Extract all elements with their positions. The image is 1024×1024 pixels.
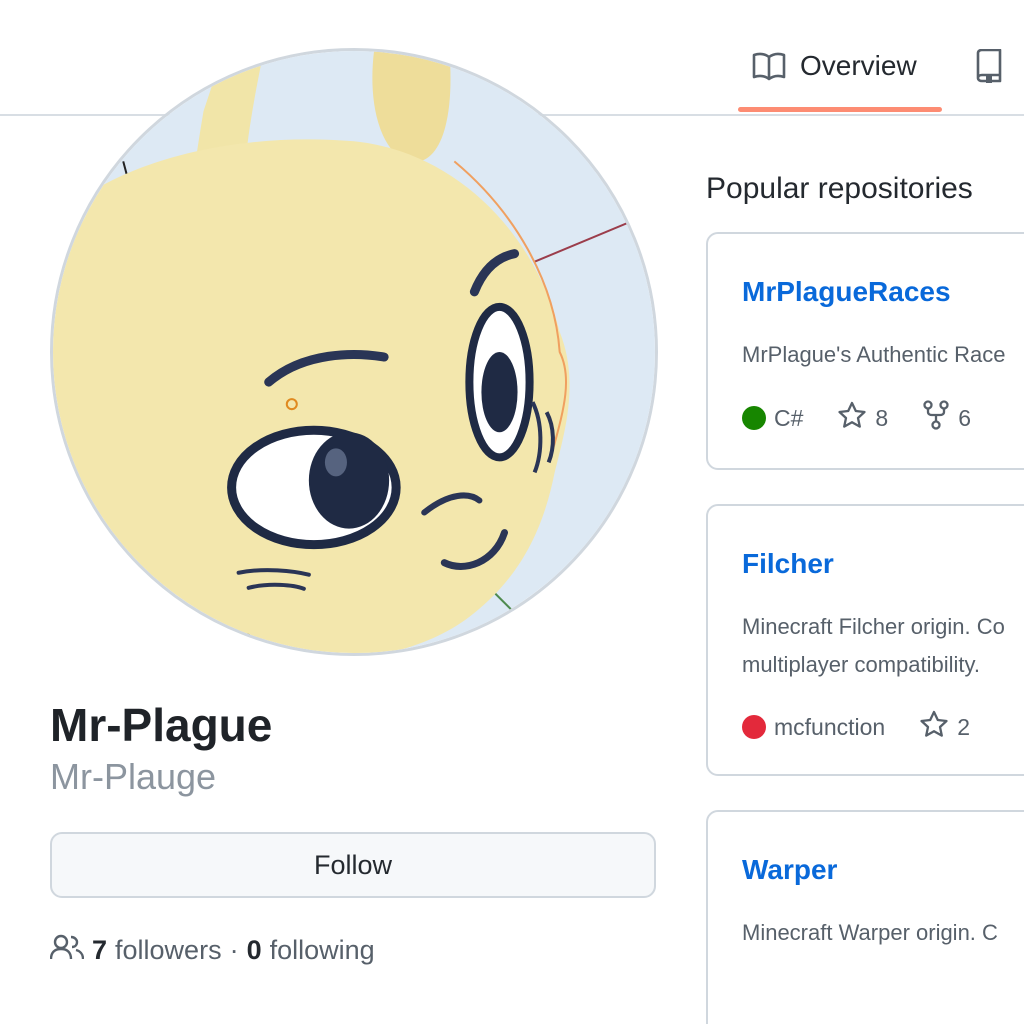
profile-username: Mr-Plauge bbox=[50, 756, 217, 797]
repo-description-line: Minecraft Warper origin. C bbox=[742, 920, 998, 945]
repo-description: Minecraft Filcher origin. Co multiplayer… bbox=[742, 608, 1005, 684]
repo-description: MrPlague's Authentic Race bbox=[742, 336, 1005, 374]
profile-full-name: Mr-Plague bbox=[50, 699, 273, 751]
repo-stars-link[interactable]: 8 bbox=[837, 401, 888, 435]
popular-repositories-heading: Popular repositories bbox=[706, 172, 973, 205]
language-color-dot bbox=[742, 715, 766, 739]
following-count: 0 bbox=[246, 935, 262, 965]
tab-overview-label: Overview bbox=[800, 50, 917, 81]
repo-description-line: Minecraft Filcher origin. Co bbox=[742, 614, 1005, 639]
language-name: mcfunction bbox=[774, 713, 886, 740]
star-icon bbox=[837, 401, 875, 435]
language-color-dot bbox=[742, 406, 766, 430]
people-icon bbox=[49, 934, 85, 967]
repo-card: Warper Minecraft Warper origin. C bbox=[706, 810, 1024, 1024]
followers-count: 7 bbox=[92, 935, 108, 965]
star-count: 8 bbox=[875, 404, 889, 431]
stats-separator: · bbox=[229, 935, 239, 965]
profile-avatar[interactable] bbox=[50, 48, 658, 656]
star-icon bbox=[919, 710, 957, 744]
repo-stars-link[interactable]: 2 bbox=[919, 710, 970, 744]
repo-description: Minecraft Warper origin. C bbox=[742, 914, 998, 952]
tab-overview[interactable]: Overview bbox=[738, 44, 942, 112]
avatar-image bbox=[53, 51, 655, 653]
repo-card: MrPlagueRaces MrPlague's Authentic Race … bbox=[706, 232, 1024, 470]
fork-icon bbox=[922, 400, 958, 436]
book-icon bbox=[752, 51, 786, 81]
star-count: 2 bbox=[957, 713, 971, 740]
fork-count: 6 bbox=[958, 404, 971, 431]
repo-name-link[interactable]: Warper bbox=[742, 854, 837, 886]
repo-description-line: MrPlague's Authentic Race bbox=[742, 342, 1006, 367]
repo-description-line: multiplayer compatibility. bbox=[742, 652, 981, 677]
repo-forks-link[interactable]: 6 bbox=[922, 400, 971, 436]
follow-button[interactable]: Follow bbox=[50, 832, 656, 898]
following-link[interactable]: 0 following bbox=[247, 935, 375, 966]
following-label: following bbox=[269, 935, 375, 965]
tab-repositories[interactable] bbox=[974, 44, 1004, 88]
followers-label: followers bbox=[115, 935, 222, 965]
repo-meta: mcfunction 2 bbox=[742, 710, 1004, 744]
follow-stats: 7 followers · 0 following bbox=[49, 934, 375, 967]
repo-language: mcfunction bbox=[742, 714, 885, 741]
followers-link[interactable]: 7 followers bbox=[92, 935, 222, 966]
repo-card: Filcher Minecraft Filcher origin. Co mul… bbox=[706, 504, 1024, 776]
language-name: C# bbox=[774, 404, 804, 431]
repo-icon bbox=[974, 49, 1004, 83]
repo-language: C# bbox=[742, 405, 803, 432]
repo-name-link[interactable]: MrPlagueRaces bbox=[742, 276, 951, 308]
repo-meta: C# 8 6 bbox=[742, 400, 1005, 436]
repo-name-link[interactable]: Filcher bbox=[742, 548, 834, 580]
tab-selected-underline bbox=[738, 107, 942, 112]
